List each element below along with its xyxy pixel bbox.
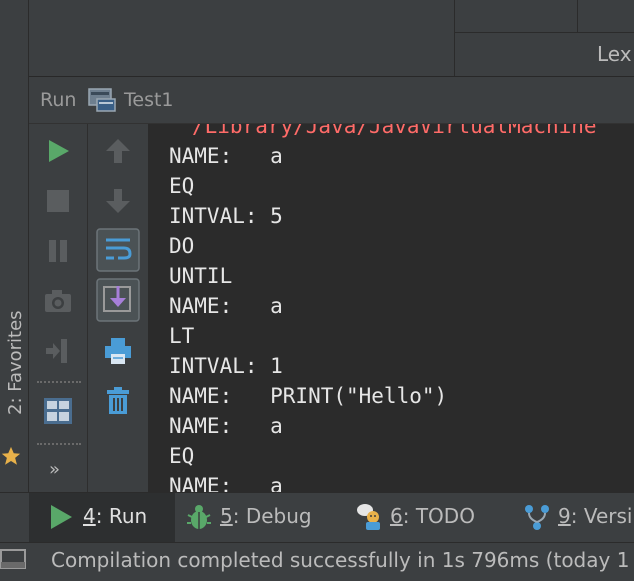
- pause-icon[interactable]: [43, 236, 73, 266]
- console-line: NAME: a: [169, 414, 283, 438]
- run-toolbar: »: [29, 124, 87, 492]
- tool-tab-number: 4: [83, 504, 96, 528]
- tool-tab-label: : TODO: [402, 504, 475, 528]
- console-line: EQ: [169, 174, 195, 198]
- console-toolbar: [88, 124, 148, 492]
- vcs-icon: [525, 505, 549, 530]
- run-panel-header: [29, 77, 634, 124]
- run-config-tab[interactable]: Test1: [124, 89, 174, 111]
- editor-tab-divider: [577, 0, 578, 32]
- bug-icon: [187, 505, 211, 529]
- rerun-icon[interactable]: [43, 136, 73, 166]
- tool-tab-number: 5: [220, 504, 233, 528]
- more-icon[interactable]: »: [49, 459, 60, 480]
- stop-icon[interactable]: [43, 186, 73, 216]
- layout-icon[interactable]: [43, 396, 73, 426]
- tool-tab-label: : Versi: [570, 504, 633, 528]
- run-config-icon: [88, 88, 116, 112]
- console-line: NAME: a: [169, 294, 283, 318]
- editor-tab-lex[interactable]: Lex: [597, 42, 632, 66]
- favorites-strip: [0, 0, 29, 492]
- tool-tab-label: : Run: [95, 504, 148, 528]
- console-line: DO: [169, 234, 195, 258]
- camera-icon[interactable]: [43, 286, 73, 316]
- run-icon: [51, 505, 72, 529]
- down-arrow-icon[interactable]: [103, 186, 133, 216]
- console-path-line: /Library/Java/JavaVirtualMachine: [192, 124, 597, 138]
- print-icon[interactable]: [103, 336, 133, 366]
- star-icon[interactable]: [0, 445, 22, 467]
- status-message: Compilation completed successfully in 1s…: [51, 548, 630, 572]
- console-line: NAME: PRINT("Hello"): [169, 384, 448, 408]
- scroll-to-end-icon[interactable]: [96, 278, 140, 322]
- run-panel-title: Run: [40, 89, 77, 111]
- toolbar-separator: [37, 443, 81, 445]
- editor-tab-strip: [454, 0, 634, 32]
- console-line: EQ: [169, 444, 195, 468]
- trash-icon[interactable]: [103, 386, 133, 416]
- console-line: UNTIL: [169, 264, 233, 288]
- tool-tab-number: 6: [390, 504, 403, 528]
- tool-windows-icon[interactable]: [0, 547, 26, 571]
- console-line: LT: [169, 324, 195, 348]
- console-line: NAME: a: [169, 474, 283, 492]
- console-line: INTVAL: 1: [169, 354, 283, 378]
- soft-wrap-icon[interactable]: [96, 228, 140, 272]
- tool-tab-number: 9: [558, 504, 571, 528]
- restore-layout-icon[interactable]: [43, 336, 73, 366]
- tool-tab-label: : Debug: [232, 504, 312, 528]
- console-output[interactable]: /Library/Java/JavaVirtualMachine NAME: a…: [148, 124, 634, 492]
- up-arrow-icon[interactable]: [103, 136, 133, 166]
- favorites-tab[interactable]: 2: Favorites: [5, 310, 26, 415]
- toolbar-separator: [37, 381, 81, 383]
- console-line: NAME: a: [169, 144, 283, 168]
- console-line: INTVAL: 5: [169, 204, 283, 228]
- todo-icon: [357, 504, 380, 530]
